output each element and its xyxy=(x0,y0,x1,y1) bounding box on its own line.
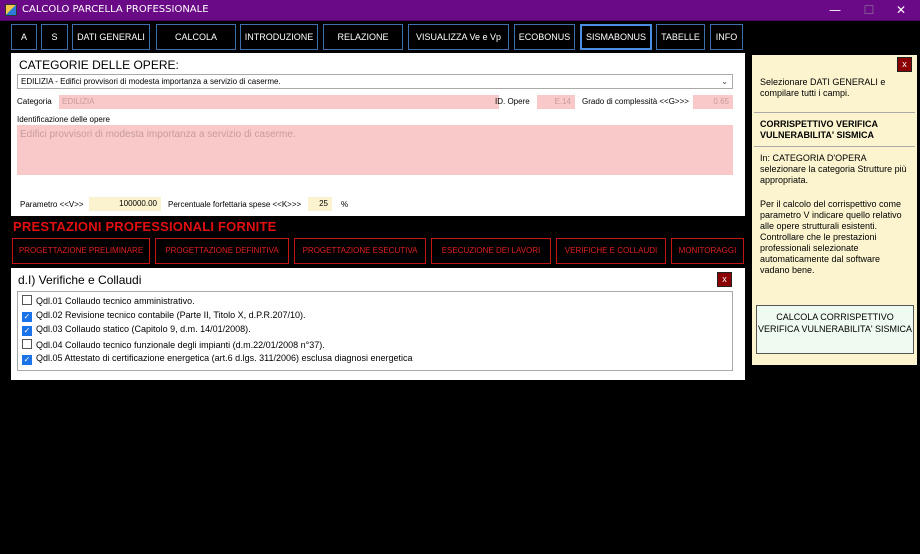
prestazioni-title: PRESTAZIONI PROFESSIONALI FORNITE xyxy=(13,219,277,234)
categoria-field[interactable]: EDILIZIA xyxy=(59,95,499,109)
checkbox[interactable] xyxy=(22,295,32,305)
title-bar: CALCOLO PARCELLA PROFESSIONALE — ☐ ✕ xyxy=(0,0,920,21)
nav-button-visualizza[interactable]: VISUALIZZA Ve e Vp xyxy=(408,24,509,50)
verifiche-collaudi-button[interactable]: VERIFICHE E COLLAUDI xyxy=(556,238,666,264)
identificazione-label: Identificazione delle opere xyxy=(17,115,110,124)
list-item-label: Qdl.03 Collaudo statico (Capitolo 9, d.m… xyxy=(36,324,251,334)
nav-button-tabelle[interactable]: TABELLE xyxy=(656,24,705,50)
help-heading: CORRISPETTIVO VERIFICA VULNERABILITA' SI… xyxy=(760,119,878,140)
categorie-panel: CATEGORIE DELLE OPERE: EDILIZIA - Edific… xyxy=(11,53,745,216)
divider xyxy=(754,112,915,113)
verifiche-panel: d.I) Verifiche e Collaudi x Qdl.01 Colla… xyxy=(11,268,745,380)
nav-button-ecobonus[interactable]: ECOBONUS xyxy=(514,24,575,50)
parametro-label: Parametro <<V>> xyxy=(20,200,84,209)
categoria-label: Categoria xyxy=(17,97,52,106)
divider xyxy=(754,146,915,147)
list-item-label: Qdl.05 Attestato di certificazione energ… xyxy=(36,353,413,363)
checkbox[interactable]: ✓ xyxy=(22,312,32,322)
help-paragraph-1: In: CATEGORIA D'OPERA selezionare la cat… xyxy=(760,153,907,185)
minimize-button[interactable]: — xyxy=(818,0,852,20)
list-item[interactable]: ✓ Qdl.03 Collaudo statico (Capitolo 9, d.… xyxy=(22,324,251,338)
percentuale-field[interactable]: 25 xyxy=(308,197,332,211)
percentuale-label: Percentuale forfettaria spese <<K>>> xyxy=(168,200,302,209)
checkbox[interactable]: ✓ xyxy=(22,326,32,336)
list-item[interactable]: ✓ Qdl.05 Attestato di certificazione ener… xyxy=(22,353,413,367)
nav-button-s[interactable]: S xyxy=(41,24,68,50)
checkbox[interactable]: ✓ xyxy=(22,355,32,365)
list-item-label: Qdl.04 Collaudo tecnico funzionale degli… xyxy=(36,340,325,350)
verifiche-title: d.I) Verifiche e Collaudi xyxy=(18,273,142,287)
nav-button-info[interactable]: INFO xyxy=(710,24,743,50)
categorie-title: CATEGORIE DELLE OPERE: xyxy=(19,58,179,72)
percentuale-unit: % xyxy=(341,200,349,209)
progettazione-preliminare-button[interactable]: PROGETTAZIONE PRELIMINARE xyxy=(12,238,150,264)
nav-button-dati-generali[interactable]: DATI GENERALI xyxy=(72,24,150,50)
parametro-field[interactable]: 100000.00 xyxy=(89,197,161,211)
list-item[interactable]: Qdl.04 Collaudo tecnico funzionale degli… xyxy=(22,339,325,353)
nav-button-introduzione[interactable]: INTRODUZIONE xyxy=(240,24,318,50)
maximize-button[interactable]: ☐ xyxy=(852,0,886,20)
chevron-down-icon: ⌄ xyxy=(721,77,728,86)
list-item-label: Qdl.02 Revisione tecnico contabile (Part… xyxy=(36,310,306,320)
window-title: CALCOLO PARCELLA PROFESSIONALE xyxy=(22,4,209,15)
verifiche-close-button[interactable]: x xyxy=(717,272,732,287)
help-close-button[interactable]: x xyxy=(897,57,912,72)
nav-button-a[interactable]: A xyxy=(11,24,37,50)
list-item[interactable]: ✓ Qdl.02 Revisione tecnico contabile (Par… xyxy=(22,310,305,324)
identificazione-field[interactable]: Edifici provvisori di modesta importanza… xyxy=(17,125,733,175)
grado-label: Grado di complessità <<G>>> xyxy=(582,97,689,106)
progettazione-definitiva-button[interactable]: PROGETTAZIONE DEFINITIVA xyxy=(155,238,289,264)
checkbox[interactable] xyxy=(22,339,32,349)
monitoraggi-button[interactable]: MONITORAGGI xyxy=(671,238,744,264)
grado-field[interactable]: 0.65 xyxy=(693,95,733,109)
list-item[interactable]: Qdl.01 Collaudo tecnico amministrativo. xyxy=(22,295,195,309)
nav-button-calcola[interactable]: CALCOLA xyxy=(156,24,236,50)
app-icon xyxy=(5,4,17,16)
nav-button-sismabonus[interactable]: SISMABONUS xyxy=(580,24,652,50)
list-item-label: Qdl.01 Collaudo tecnico amministrativo. xyxy=(36,296,195,306)
categoria-dropdown[interactable]: EDILIZIA - Edifici provvisori di modesta… xyxy=(17,74,733,89)
progettazione-esecutiva-button[interactable]: PROGETTAZIONE ESECUTIVA xyxy=(294,238,426,264)
id-opere-field[interactable]: E.14 xyxy=(537,95,575,109)
help-paragraph-2: Per il calcolo del corrispettivo come pa… xyxy=(760,199,902,275)
esecuzione-lavori-button[interactable]: ESECUZIONE DEI LAVORI xyxy=(431,238,551,264)
id-opere-label: ID. Opere xyxy=(495,97,530,106)
help-panel: x Selezionare DATI GENERALI e compilare … xyxy=(752,55,917,365)
calcola-corrispettivo-button[interactable]: CALCOLA CORRISPETTIVO VERIFICA VULNERABI… xyxy=(756,305,914,354)
close-window-button[interactable]: ✕ xyxy=(884,0,918,20)
verifiche-list: Qdl.01 Collaudo tecnico amministrativo. … xyxy=(17,291,733,371)
help-intro: Selezionare DATI GENERALI e compilare tu… xyxy=(760,77,886,98)
categoria-dropdown-value: EDILIZIA - Edifici provvisori di modesta… xyxy=(21,77,281,86)
nav-button-relazione[interactable]: RELAZIONE xyxy=(323,24,403,50)
